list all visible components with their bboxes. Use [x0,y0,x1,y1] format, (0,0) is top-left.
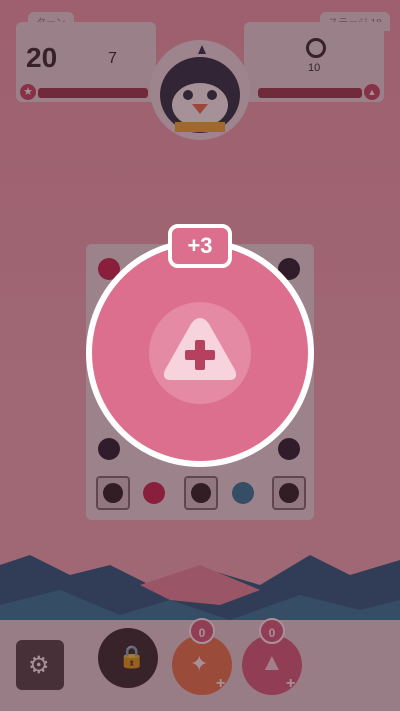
bonus-icon-circle [149,302,251,404]
bonus-popup[interactable] [86,239,314,467]
triangle-plus-icon [163,318,237,380]
bonus-badge: +3 [168,224,232,268]
